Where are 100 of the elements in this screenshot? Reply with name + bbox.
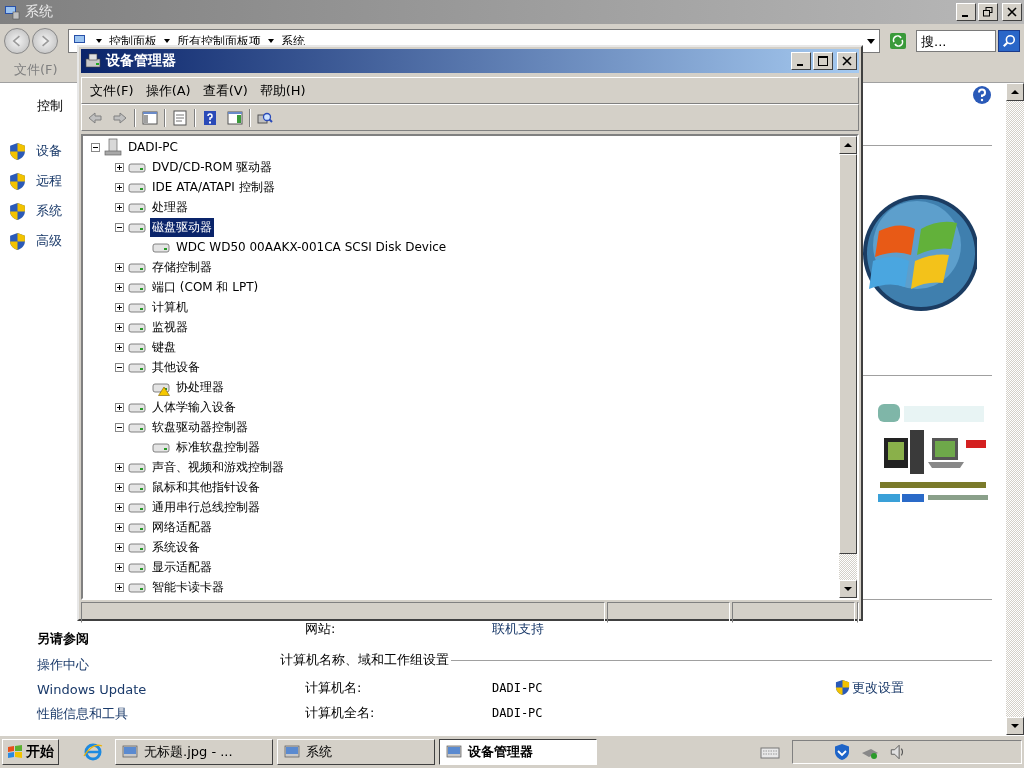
tree-item[interactable]: 计算机 [150, 297, 190, 317]
expander-icon[interactable] [91, 142, 100, 152]
help-icon[interactable] [972, 85, 992, 105]
expander-icon[interactable] [115, 482, 124, 492]
expander-icon[interactable] [115, 562, 124, 572]
support-link[interactable]: 联机支持 [492, 619, 544, 638]
tree-item[interactable]: 标准软盘控制器 [174, 437, 262, 457]
expander-icon[interactable] [115, 542, 124, 552]
shield-icon [9, 171, 26, 191]
expander-icon[interactable] [115, 402, 124, 412]
see-also-link[interactable]: Windows Update [37, 682, 147, 697]
tree-item[interactable]: 网络适配器 [150, 517, 214, 537]
minimize-icon [797, 64, 803, 66]
scroll-up-icon[interactable] [839, 136, 857, 154]
tree-item[interactable]: 软盘驱动器控制器 [150, 417, 250, 437]
field-label: 计算机全名: [305, 703, 376, 722]
minimize-button[interactable] [791, 52, 811, 70]
taskbar-button[interactable]: 系统 [277, 739, 435, 765]
windows-flag-icon [7, 744, 23, 760]
expander-icon[interactable] [115, 182, 124, 192]
task-link[interactable]: 系统 [36, 202, 62, 220]
search-button[interactable] [998, 30, 1020, 52]
window-icon [122, 744, 138, 760]
expander-icon[interactable] [115, 282, 124, 292]
menu-item[interactable]: 操作(A) [139, 81, 197, 100]
tree-item[interactable]: 其他设备 [150, 357, 202, 377]
close-icon [842, 56, 852, 66]
tree-item[interactable]: 磁盘驱动器 [150, 217, 214, 237]
expander-icon[interactable] [115, 202, 124, 212]
tree-item[interactable]: 智能卡读卡器 [150, 577, 226, 597]
expander-icon[interactable] [115, 502, 124, 512]
expander-icon[interactable] [115, 322, 124, 332]
expander-icon[interactable] [115, 162, 124, 172]
menu-item[interactable]: 文件(F) [84, 81, 140, 100]
forward-button[interactable] [32, 28, 58, 54]
expander-icon[interactable] [115, 582, 124, 592]
tree-item[interactable]: 显示适配器 [150, 557, 214, 577]
minimize-icon [962, 15, 968, 17]
scroll-down-icon[interactable] [839, 580, 857, 598]
tree-item[interactable]: 处理器 [150, 197, 190, 217]
tree-item[interactable]: WDC WD50 00AAKX-001CA SCSI Disk Device [174, 239, 449, 255]
control-panel-link[interactable]: 控制 [37, 97, 63, 115]
pane-icon [227, 109, 243, 126]
taskbar-button[interactable]: 无标题.jpg - ... [115, 739, 273, 765]
see-also-link[interactable]: 性能信息和工具 [37, 705, 128, 723]
field-value: DADI-PC [492, 680, 543, 695]
expander-icon[interactable] [115, 262, 124, 272]
maximize-button[interactable] [813, 52, 833, 70]
tree-item[interactable]: 通用串行总线控制器 [150, 497, 262, 517]
section-heading: 另请参阅 [37, 630, 89, 648]
task-link[interactable]: 高级 [36, 232, 62, 250]
tree-item[interactable]: DADI-PC [126, 139, 180, 155]
help-icon [202, 109, 218, 126]
tree-item[interactable]: 端口 (COM 和 LPT) [150, 277, 261, 297]
expander-icon[interactable] [115, 302, 124, 312]
see-also-link[interactable]: 操作中心 [37, 656, 89, 674]
forward-arrow-icon [112, 109, 128, 126]
start-button[interactable]: 开始 [2, 739, 59, 765]
tree-item[interactable]: 键盘 [150, 337, 178, 357]
field-label: 网站: [305, 619, 337, 638]
pane-icon [142, 109, 158, 126]
field-label: 计算机名: [305, 678, 363, 697]
tree-item[interactable]: 监视器 [150, 317, 190, 337]
close-button[interactable] [837, 52, 857, 70]
tree-item[interactable]: IDE ATA/ATAPI 控制器 [150, 177, 277, 197]
tree-item[interactable]: DVD/CD-ROM 驱动器 [150, 157, 275, 177]
expander-icon[interactable] [115, 462, 124, 472]
taskbar-button[interactable]: 设备管理器 [439, 739, 597, 765]
expander-icon[interactable] [115, 362, 124, 372]
tree-item[interactable]: 声音、视频和游戏控制器 [150, 457, 286, 477]
window-icon [284, 744, 300, 760]
close-icon [1007, 7, 1017, 17]
task-link[interactable]: 远程 [36, 172, 62, 190]
expander-icon[interactable] [115, 522, 124, 532]
task-link[interactable]: 设备 [36, 142, 62, 160]
scrollbar[interactable] [1006, 83, 1024, 735]
expander-icon[interactable] [115, 422, 124, 432]
search-field[interactable]: 搜... [916, 30, 996, 52]
tree-item[interactable]: 鼠标和其他指针设备 [150, 477, 262, 497]
back-arrow-icon [87, 109, 103, 126]
section-heading: 计算机名称、域和工作组设置 [280, 651, 449, 669]
expander-icon[interactable] [115, 342, 124, 352]
computer-icon [4, 4, 20, 20]
shield-icon[interactable] [833, 743, 851, 761]
tree-item[interactable]: 协处理器 [174, 377, 226, 397]
scroll-up-icon[interactable] [1006, 83, 1024, 101]
tree-item[interactable]: 系统设备 [150, 537, 202, 557]
change-settings-link[interactable]: 更改设置 [852, 678, 904, 697]
restore-icon [983, 7, 993, 17]
back-button[interactable] [4, 28, 30, 54]
tree-item[interactable]: 人体学输入设备 [150, 397, 238, 417]
tree-item[interactable]: 存储控制器 [150, 257, 214, 277]
dropdown-icon[interactable] [867, 37, 875, 45]
shield-icon [9, 141, 26, 161]
scroll-down-icon[interactable] [1006, 717, 1024, 735]
window-title: 系统 [25, 3, 53, 21]
menu-item[interactable]: 查看(V) [196, 81, 254, 100]
shield-icon [9, 231, 26, 251]
expander-icon[interactable] [115, 222, 124, 232]
menu-item[interactable]: 帮助(H) [253, 81, 312, 100]
